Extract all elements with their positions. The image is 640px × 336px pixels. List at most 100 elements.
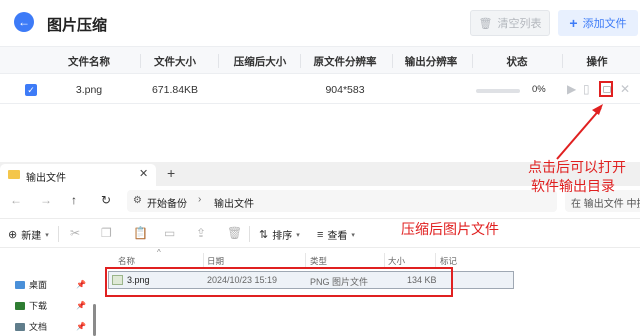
progress-percent: 0%: [532, 84, 546, 95]
header-file-size: 文件大小: [154, 56, 196, 68]
sidebar-item-label: 下载: [29, 301, 48, 311]
header-resolution: 原文件分辨率: [313, 56, 377, 68]
scrollbar[interactable]: [93, 304, 96, 336]
header-divider: [472, 54, 473, 68]
column-name[interactable]: 名称: [118, 255, 135, 267]
rename-icon[interactable]: ▭: [164, 226, 175, 240]
row-checkbox[interactable]: ✓: [25, 84, 37, 96]
view-button[interactable]: ≡ 查看 ▾: [317, 227, 355, 243]
command-divider: [58, 226, 59, 242]
sidebar-item-documents[interactable]: 文档: [15, 320, 47, 333]
search-placeholder: 在 输出文件 中搜: [571, 199, 640, 210]
header-divider: [300, 54, 301, 68]
check-icon: ✓: [27, 85, 35, 95]
view-icon: ≡: [317, 228, 324, 241]
backup-icon: ⚙: [133, 195, 142, 206]
add-file-button[interactable]: + 添加文件: [558, 10, 638, 36]
sidebar-item-label: 桌面: [29, 280, 48, 290]
header-divider: [218, 54, 219, 68]
table-row[interactable]: ✓ 3.png 671.84KB 904*583 0% ▶ ▯ ✕: [0, 76, 640, 104]
header-actions: 操作: [586, 56, 608, 68]
sort-icon: ⇅: [259, 229, 269, 241]
delete-file-icon[interactable]: ▯: [583, 82, 590, 96]
back-button[interactable]: ←: [14, 12, 34, 32]
copy-icon[interactable]: ❐: [101, 226, 112, 240]
column-type[interactable]: 类型: [310, 255, 327, 267]
delete-icon[interactable]: 🗑: [227, 226, 242, 240]
chevron-down-icon: ▾: [45, 231, 49, 239]
tab-output-folder[interactable]: 输出文件 ✕: [0, 164, 156, 186]
table-header: 文件名称 文件大小 压缩后大小 原文件分辨率 输出分辨率 状态 操作: [0, 46, 640, 74]
cut-icon[interactable]: ✂: [70, 226, 80, 240]
pin-icon[interactable]: 📌: [76, 280, 86, 289]
file-name: 3.png: [75, 84, 103, 96]
refresh-icon[interactable]: ↻: [101, 193, 111, 207]
plus-circle-icon: ⊕: [8, 229, 18, 241]
highlight-box: [105, 267, 453, 297]
chevron-down-icon: ▾: [351, 231, 355, 239]
column-date[interactable]: 日期: [207, 255, 224, 267]
play-icon[interactable]: ▶: [567, 82, 576, 96]
column-divider: [384, 253, 385, 267]
up-arrow-icon[interactable]: ↑: [71, 193, 77, 207]
new-label: 新建: [21, 231, 42, 242]
breadcrumb-separator-icon: ›: [198, 194, 202, 205]
paste-icon[interactable]: 📋: [133, 226, 148, 240]
address-bar[interactable]: ⚙ 开始备份 › 输出文件: [127, 190, 557, 212]
breadcrumb-item[interactable]: 输出文件: [214, 195, 254, 210]
sidebar-item-label: 文档: [29, 322, 48, 332]
column-divider: [305, 253, 306, 267]
command-bar: ⊕ 新建 ▾ ✂ ❐ 📋 ▭ ⇪ 🗑 ⇅ 排序 ▾ ≡ 查看 ▾: [0, 218, 640, 248]
file-list-header: ^ 名称 日期 类型 大小 标记: [107, 248, 640, 268]
arrow-left-icon: ←: [18, 15, 30, 29]
desktop-icon: [15, 280, 25, 289]
header-divider: [392, 54, 393, 68]
close-tab-icon[interactable]: ✕: [139, 167, 148, 180]
sort-ascending-icon: ^: [157, 248, 161, 257]
document-icon: [15, 322, 25, 331]
column-divider: [203, 253, 204, 267]
forward-arrow-icon[interactable]: →: [40, 193, 52, 207]
annotation-file: 压缩后图片文件: [401, 221, 499, 237]
command-divider: [249, 226, 250, 242]
column-tags[interactable]: 标记: [440, 255, 457, 267]
add-file-label: 添加文件: [582, 18, 627, 30]
breadcrumb-item[interactable]: 开始备份: [147, 195, 187, 210]
navigation-pane: 桌面 📌 下载 📌 文档 📌: [0, 250, 92, 336]
open-folder-icon[interactable]: [599, 81, 613, 97]
sort-label: 排序: [272, 231, 293, 242]
header-divider: [140, 54, 141, 68]
clear-list-button[interactable]: 🗑 清空列表: [470, 10, 550, 36]
close-icon[interactable]: ✕: [620, 82, 630, 96]
file-size: 671.84KB: [151, 84, 199, 96]
clear-list-label: 清空列表: [497, 18, 542, 30]
chevron-down-icon: ▾: [296, 231, 300, 239]
download-icon: [15, 301, 25, 310]
back-arrow-icon[interactable]: ←: [10, 193, 22, 207]
page-title: 图片压缩: [47, 17, 108, 34]
tab-title: 输出文件: [26, 173, 66, 184]
header-output-resolution: 输出分辨率: [404, 56, 458, 68]
sidebar-item-desktop[interactable]: 桌面: [15, 278, 47, 291]
new-button[interactable]: ⊕ 新建 ▾: [8, 227, 49, 242]
sort-button[interactable]: ⇅ 排序 ▾: [259, 227, 300, 242]
annotation-folder-line2: 软件输出目录: [531, 178, 615, 194]
pin-icon[interactable]: 📌: [76, 301, 86, 310]
column-size[interactable]: 大小: [388, 255, 405, 267]
new-tab-button[interactable]: +: [167, 165, 175, 181]
trash-icon: 🗑: [478, 17, 493, 30]
annotation-folder-line1: 点击后可以打开: [528, 159, 626, 175]
plus-icon: +: [569, 15, 578, 31]
header-status: 状态: [506, 56, 528, 68]
view-label: 查看: [327, 231, 348, 242]
sidebar-item-downloads[interactable]: 下载: [15, 299, 47, 312]
original-resolution: 904*583: [325, 84, 365, 96]
pin-icon[interactable]: 📌: [76, 322, 86, 331]
share-icon[interactable]: ⇪: [196, 226, 206, 240]
header-divider: [562, 54, 563, 68]
header-file-name: 文件名称: [68, 56, 110, 68]
compressor-app: ← 图片压缩 🗑 清空列表 + 添加文件 文件名称 文件大小 压缩后大小 原文件…: [0, 0, 640, 175]
header-compressed-size: 压缩后大小: [233, 56, 287, 68]
progress-bar: [476, 89, 520, 93]
folder-icon: [8, 170, 20, 179]
